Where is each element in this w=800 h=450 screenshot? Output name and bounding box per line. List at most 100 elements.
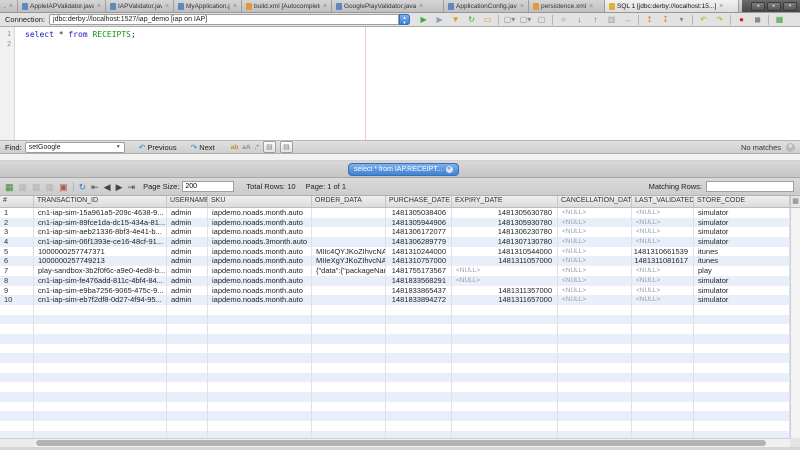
column-header-sku[interactable]: SKU <box>208 196 312 207</box>
cell-order_data[interactable] <box>312 218 386 228</box>
close-tab-icon[interactable]: × <box>520 3 524 10</box>
cell-username[interactable]: admin <box>167 218 208 228</box>
stop-macro-icon[interactable]: ◼ <box>752 14 763 25</box>
cell-purchase_date[interactable]: 1481305944906 <box>386 218 452 228</box>
indent-icon[interactable]: → <box>622 14 633 25</box>
cell-sku[interactable]: iapdemo.noads.month.auto <box>208 266 312 276</box>
cell-order_data[interactable] <box>312 286 386 296</box>
connection-combobox[interactable]: jdbc:derby://localhost:1527/iap_demo [ia… <box>49 14 399 25</box>
vertical-scrollbar[interactable] <box>790 208 800 438</box>
cell-cancellation_date[interactable]: <NULL> <box>558 286 632 296</box>
truncate-table-icon[interactable]: ▣ <box>59 181 68 193</box>
file-tab-build-xml-autocompletetest-[interactable]: build.xml [AutocompleteTest]× <box>242 0 332 12</box>
cell-store_code[interactable]: simulator <box>694 295 790 305</box>
cell-cancellation_date[interactable]: <NULL> <box>558 247 632 257</box>
close-tab-icon[interactable]: × <box>165 3 169 10</box>
cell-purchase_date[interactable]: 1481306172077 <box>386 227 452 237</box>
results-tab[interactable]: select * from IAP.RECEIPT... ✕ <box>348 163 459 176</box>
cell-purchase_date[interactable]: 1481833568291 <box>386 276 452 286</box>
cell-row-number[interactable]: 6 <box>0 256 34 266</box>
page-size-input[interactable] <box>182 181 234 192</box>
cell-last_validated[interactable]: <NULL> <box>632 276 694 286</box>
last-page-icon[interactable]: ⇥ <box>128 181 136 193</box>
cell-order_data[interactable] <box>312 237 386 247</box>
column-header-order_data[interactable]: ORDER_DATA <box>312 196 386 207</box>
cell-last_validated[interactable]: <NULL> <box>632 295 694 305</box>
column-header-expiry_date[interactable]: EXPIRY_DATE <box>452 196 558 207</box>
cell-last_validated[interactable]: 1481311081617 <box>632 256 694 266</box>
cell-last_validated[interactable]: <NULL> <box>632 237 694 247</box>
new-file-icon[interactable]: ▭ <box>482 14 493 25</box>
cell-transaction_id[interactable]: 1000000257749213 <box>34 256 167 266</box>
column-header-transaction_id[interactable]: TRANSACTION_ID <box>34 196 167 207</box>
close-tab-icon[interactable]: × <box>233 3 237 10</box>
cell-row-number[interactable]: 7 <box>0 266 34 276</box>
cell-store_code[interactable]: itunes <box>694 247 790 257</box>
cell-username[interactable]: admin <box>167 237 208 247</box>
cell-order_data[interactable] <box>312 295 386 305</box>
cell-row-number[interactable]: 10 <box>0 295 34 305</box>
cell-last_validated[interactable]: <NULL> <box>632 218 694 228</box>
cell-store_code[interactable]: simulator <box>694 286 790 296</box>
cell-username[interactable]: admin <box>167 227 208 237</box>
file-tab-applicationconfig-java[interactable]: ApplicationConfig.java× <box>444 0 529 12</box>
cell-store_code[interactable]: simulator <box>694 218 790 228</box>
column-header-cancellation_date[interactable]: CANCELLATION_DATE <box>558 196 632 207</box>
comment-icon[interactable]: ▦ <box>774 14 785 25</box>
search-selection-button[interactable]: ▤ <box>263 141 276 153</box>
file-tab-googleplayvalidator-java[interactable]: GooglePlayValidator.java× <box>332 0 444 12</box>
matching-rows-input[interactable] <box>706 181 794 192</box>
cell-cancellation_date[interactable]: <NULL> <box>558 218 632 228</box>
cell-username[interactable]: admin <box>167 247 208 257</box>
next-page-icon[interactable]: ▶ <box>116 181 123 193</box>
column-header-row-number[interactable]: # <box>0 196 34 207</box>
next-bookmark-icon[interactable]: ↧ <box>660 14 671 25</box>
cell-sku[interactable]: iapdemo.noads.3month.auto <box>208 237 312 247</box>
first-page-icon[interactable]: ⇤ <box>91 181 99 193</box>
cell-cancellation_date[interactable]: <NULL> <box>558 295 632 305</box>
cell-last_validated[interactable]: 1481310661539 <box>632 247 694 257</box>
find-next-icon[interactable]: ↓ <box>574 14 585 25</box>
cell-row-number[interactable]: 5 <box>0 247 34 257</box>
cell-store_code[interactable]: simulator <box>694 237 790 247</box>
find-input[interactable]: setGoogle ▼ <box>25 142 125 153</box>
cell-row-number[interactable]: 9 <box>0 286 34 296</box>
back-icon[interactable]: ↶ <box>698 14 709 25</box>
cell-last_validated[interactable]: <NULL> <box>632 266 694 276</box>
sql-history-icon[interactable]: ▼ <box>450 14 461 25</box>
cell-expiry_date[interactable]: 1481311357000 <box>452 286 558 296</box>
cell-cancellation_date[interactable]: <NULL> <box>558 276 632 286</box>
cell-sku[interactable]: iapdemo.noads.month.auto <box>208 256 312 266</box>
cell-purchase_date[interactable]: 1481833894272 <box>386 295 452 305</box>
cell-sku[interactable]: iapdemo.noads.month.auto <box>208 227 312 237</box>
toggle-highlight-icon[interactable]: ▥ <box>606 14 617 25</box>
previous-bookmark-icon[interactable]: ↥ <box>644 14 655 25</box>
cell-cancellation_date[interactable]: <NULL> <box>558 266 632 276</box>
find-previous-icon[interactable]: ↑ <box>590 14 601 25</box>
cell-transaction_id[interactable]: cn1-iap-sim-89fce1da-dc15-434a-81... <box>34 218 167 228</box>
preserve-case-button[interactable]: ▤ <box>280 141 293 153</box>
cancel-edits-icon[interactable]: ▦ <box>46 181 55 193</box>
cell-order_data[interactable]: MIIeXgYJKoZIhvcNAQc... <box>312 256 386 266</box>
cell-purchase_date[interactable]: 1481755173567 <box>386 266 452 276</box>
previous-page-icon[interactable]: ◀ <box>104 181 111 193</box>
toggle-bookmark-icon[interactable]: ▾ <box>676 14 687 25</box>
cell-username[interactable]: admin <box>167 295 208 305</box>
close-tab-icon[interactable]: × <box>589 3 593 10</box>
file-tab-appleiapvalidator-java[interactable]: AppleIAPValidator.java× <box>18 0 106 12</box>
cell-sku[interactable]: iapdemo.noads.month.auto <box>208 286 312 296</box>
file-tab-iapvalidator-java[interactable]: IAPValidator.java× <box>106 0 174 12</box>
cell-cancellation_date[interactable]: <NULL> <box>558 227 632 237</box>
cell-username[interactable]: admin <box>167 256 208 266</box>
cell-sku[interactable]: iapdemo.noads.month.auto <box>208 276 312 286</box>
column-header-store_code[interactable]: STORE_CODE <box>694 196 790 207</box>
file-tab-persistence-xml[interactable]: persistence.xml× <box>529 0 605 12</box>
cell-transaction_id[interactable]: play-sandbox-3b2f0f6c-a9e0-4ed8-b... <box>34 266 167 276</box>
file-tab-sql-1-jdbc-derby-localhost-15-[interactable]: SQL 1 [jdbc:derby://localhost:15...]× <box>605 0 739 12</box>
cell-expiry_date[interactable]: 1481306230780 <box>452 227 558 237</box>
close-tab-icon[interactable]: × <box>323 3 327 10</box>
find-previous-button[interactable]: ↶ Previous <box>139 143 177 152</box>
chevron-down-icon[interactable]: ▼ <box>116 144 121 150</box>
cell-store_code[interactable]: simulator <box>694 227 790 237</box>
refresh-icon[interactable]: ↻ <box>79 181 87 193</box>
